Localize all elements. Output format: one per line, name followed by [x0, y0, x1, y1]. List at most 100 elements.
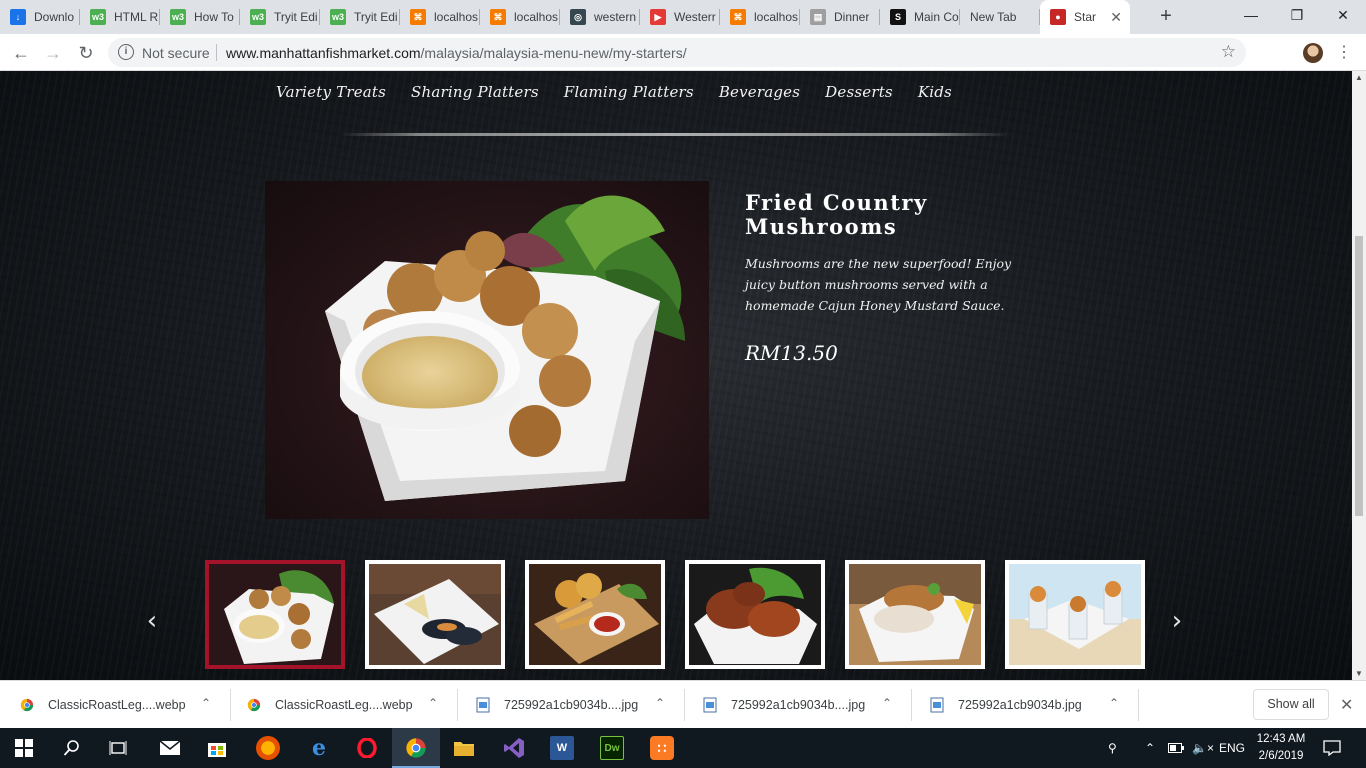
address-bar[interactable]: i Not secure www.manhattanfishmarket.com…: [108, 38, 1246, 67]
tab-label: Dinner: [834, 10, 870, 24]
thumbnail-fried-chicken[interactable]: [685, 560, 825, 669]
browser-menu-icon[interactable]: ⋮: [1336, 40, 1352, 66]
download-item[interactable]: 725992a1cb9034b....jpg ⌃: [703, 681, 892, 729]
new-tab-button[interactable]: +: [1154, 4, 1178, 28]
download-item[interactable]: 725992a1cb9034b....jpg ⌃: [476, 681, 665, 729]
download-item[interactable]: 725992a1cb9034b.jpg ⌃: [930, 681, 1119, 729]
chevron-up-icon[interactable]: ⌃: [655, 696, 665, 710]
s-icon: S: [890, 9, 906, 25]
browser-tab[interactable]: w3 Tryit Edi: [240, 0, 320, 34]
chrome-icon[interactable]: [404, 736, 428, 760]
firefox-icon[interactable]: [256, 736, 280, 760]
nav-desserts[interactable]: Desserts: [825, 83, 893, 101]
tab-label: Main Co: [914, 10, 959, 24]
system-clock[interactable]: 12:43 AM 2/6/2019: [1255, 731, 1307, 765]
tab-label: Tryit Edi: [354, 10, 398, 24]
chevron-up-icon[interactable]: ⌃: [428, 696, 438, 710]
browser-tab[interactable]: ⌘ localhos: [720, 0, 800, 34]
carousel-next-icon[interactable]: ›: [1167, 606, 1187, 636]
scroll-down-icon[interactable]: ▼: [1355, 669, 1363, 678]
close-window-button[interactable]: ✕: [1320, 0, 1366, 30]
w3schools-icon: w3: [170, 9, 186, 25]
profile-avatar[interactable]: [1303, 43, 1323, 63]
browser-tab[interactable]: w3 Tryit Edi: [320, 0, 400, 34]
nav-sharing-platters[interactable]: Sharing Platters: [411, 83, 539, 101]
task-view-icon[interactable]: [106, 736, 130, 760]
nav-beverages[interactable]: Beverages: [719, 83, 800, 101]
xampp-icon: ⌘: [490, 9, 506, 25]
battery-icon[interactable]: [1168, 728, 1184, 768]
chevron-up-icon[interactable]: ⌃: [201, 696, 211, 710]
visual-studio-icon[interactable]: [502, 736, 526, 760]
info-icon[interactable]: i: [118, 44, 134, 60]
dreamweaver-icon[interactable]: Dw: [600, 736, 624, 760]
search-icon[interactable]: [60, 736, 84, 760]
back-arrow-icon[interactable]: ←: [8, 40, 34, 66]
download-filename: 725992a1cb9034b....jpg: [731, 698, 866, 712]
language-indicator[interactable]: ENG: [1219, 728, 1245, 768]
close-download-bar-icon[interactable]: ✕: [1340, 695, 1353, 715]
browser-tab[interactable]: ↓ Downlo: [0, 0, 80, 34]
download-divider: [230, 689, 231, 721]
maximize-button[interactable]: ❐: [1274, 0, 1320, 30]
url-text[interactable]: www.manhattanfishmarket.com/malaysia/mal…: [226, 45, 687, 61]
xampp-icon: ⌘: [410, 9, 426, 25]
nav-kids[interactable]: Kids: [918, 83, 952, 101]
show-all-button[interactable]: Show all: [1253, 689, 1329, 720]
store-icon[interactable]: [205, 736, 229, 760]
carousel-prev-icon[interactable]: ‹: [142, 606, 162, 636]
nav-variety-treats[interactable]: Variety Treats: [276, 83, 386, 101]
omnibox-divider: [216, 44, 217, 61]
download-filename: ClassicRoastLeg....webp: [275, 698, 413, 712]
scroll-up-icon[interactable]: ▲: [1355, 73, 1363, 82]
thumbnail-fish-and-chips[interactable]: [525, 560, 665, 669]
mail-icon[interactable]: [158, 736, 182, 760]
browser-tab[interactable]: ▶ Westerr: [640, 0, 720, 34]
tab-label: How To: [194, 10, 234, 24]
chevron-up-icon[interactable]: ⌃: [882, 696, 892, 710]
scrollbar-thumb[interactable]: [1355, 236, 1363, 516]
download-bar: ClassicRoastLeg....webp ⌃ ClassicRoastLe…: [0, 680, 1366, 728]
xampp-icon[interactable]: ∷: [650, 736, 674, 760]
category-nav: Variety Treats Sharing Platters Flaming …: [276, 83, 977, 101]
browser-tab[interactable]: ◎ western: [560, 0, 640, 34]
word-icon[interactable]: W: [550, 736, 574, 760]
w3schools-icon: w3: [330, 9, 346, 25]
browser-tab[interactable]: ▤ Dinner: [800, 0, 880, 34]
minimize-button[interactable]: —: [1228, 0, 1274, 30]
tab-label: Tryit Edi: [274, 10, 318, 24]
page-scrollbar[interactable]: ▲ ▼: [1352, 71, 1366, 680]
browser-tab[interactable]: S Main Co: [880, 0, 960, 34]
opera-icon[interactable]: [355, 736, 379, 760]
people-icon[interactable]: ⚲: [1108, 728, 1117, 768]
browser-tab[interactable]: ⌘ localhos: [400, 0, 480, 34]
thumbnail-seafood-cups[interactable]: [1005, 560, 1145, 669]
file-explorer-icon[interactable]: [452, 736, 476, 760]
tab-label: HTML R: [114, 10, 159, 24]
forward-arrow-icon[interactable]: →: [40, 40, 66, 66]
browser-tab[interactable]: ⌘ localhos: [480, 0, 560, 34]
reload-icon[interactable]: ↻: [73, 40, 99, 66]
close-tab-icon[interactable]: ✕: [1110, 9, 1122, 26]
thumbnail-fried-mushrooms[interactable]: [205, 560, 345, 669]
chevron-up-icon[interactable]: ⌃: [1145, 728, 1155, 768]
thumbnail-mussels[interactable]: [365, 560, 505, 669]
browser-tab[interactable]: w3 HTML R: [80, 0, 160, 34]
download-item[interactable]: ClassicRoastLeg....webp ⌃: [247, 681, 438, 729]
edge-icon[interactable]: e: [307, 735, 331, 761]
tab-label: western: [594, 10, 637, 24]
thumbnail-crispy-onion-bowl[interactable]: [845, 560, 985, 669]
browser-tab[interactable]: w3 How To: [160, 0, 240, 34]
security-label: Not secure: [142, 45, 210, 61]
speaker-muted-icon[interactable]: 🔈×: [1192, 728, 1214, 768]
browser-tab[interactable]: New Tab: [960, 0, 1040, 34]
nav-flaming-platters[interactable]: Flaming Platters: [564, 83, 694, 101]
page-viewport: Variety Treats Sharing Platters Flaming …: [0, 71, 1352, 680]
bookmark-star-icon[interactable]: ☆: [1221, 42, 1236, 62]
notifications-icon[interactable]: [1323, 728, 1341, 768]
chevron-up-icon[interactable]: ⌃: [1109, 696, 1119, 710]
tab-active[interactable]: ● Star ✕: [1040, 0, 1130, 34]
download-item[interactable]: ClassicRoastLeg....webp ⌃: [20, 681, 211, 729]
windows-start-icon[interactable]: [12, 736, 36, 760]
download-filename: 725992a1cb9034b....jpg: [504, 698, 639, 712]
